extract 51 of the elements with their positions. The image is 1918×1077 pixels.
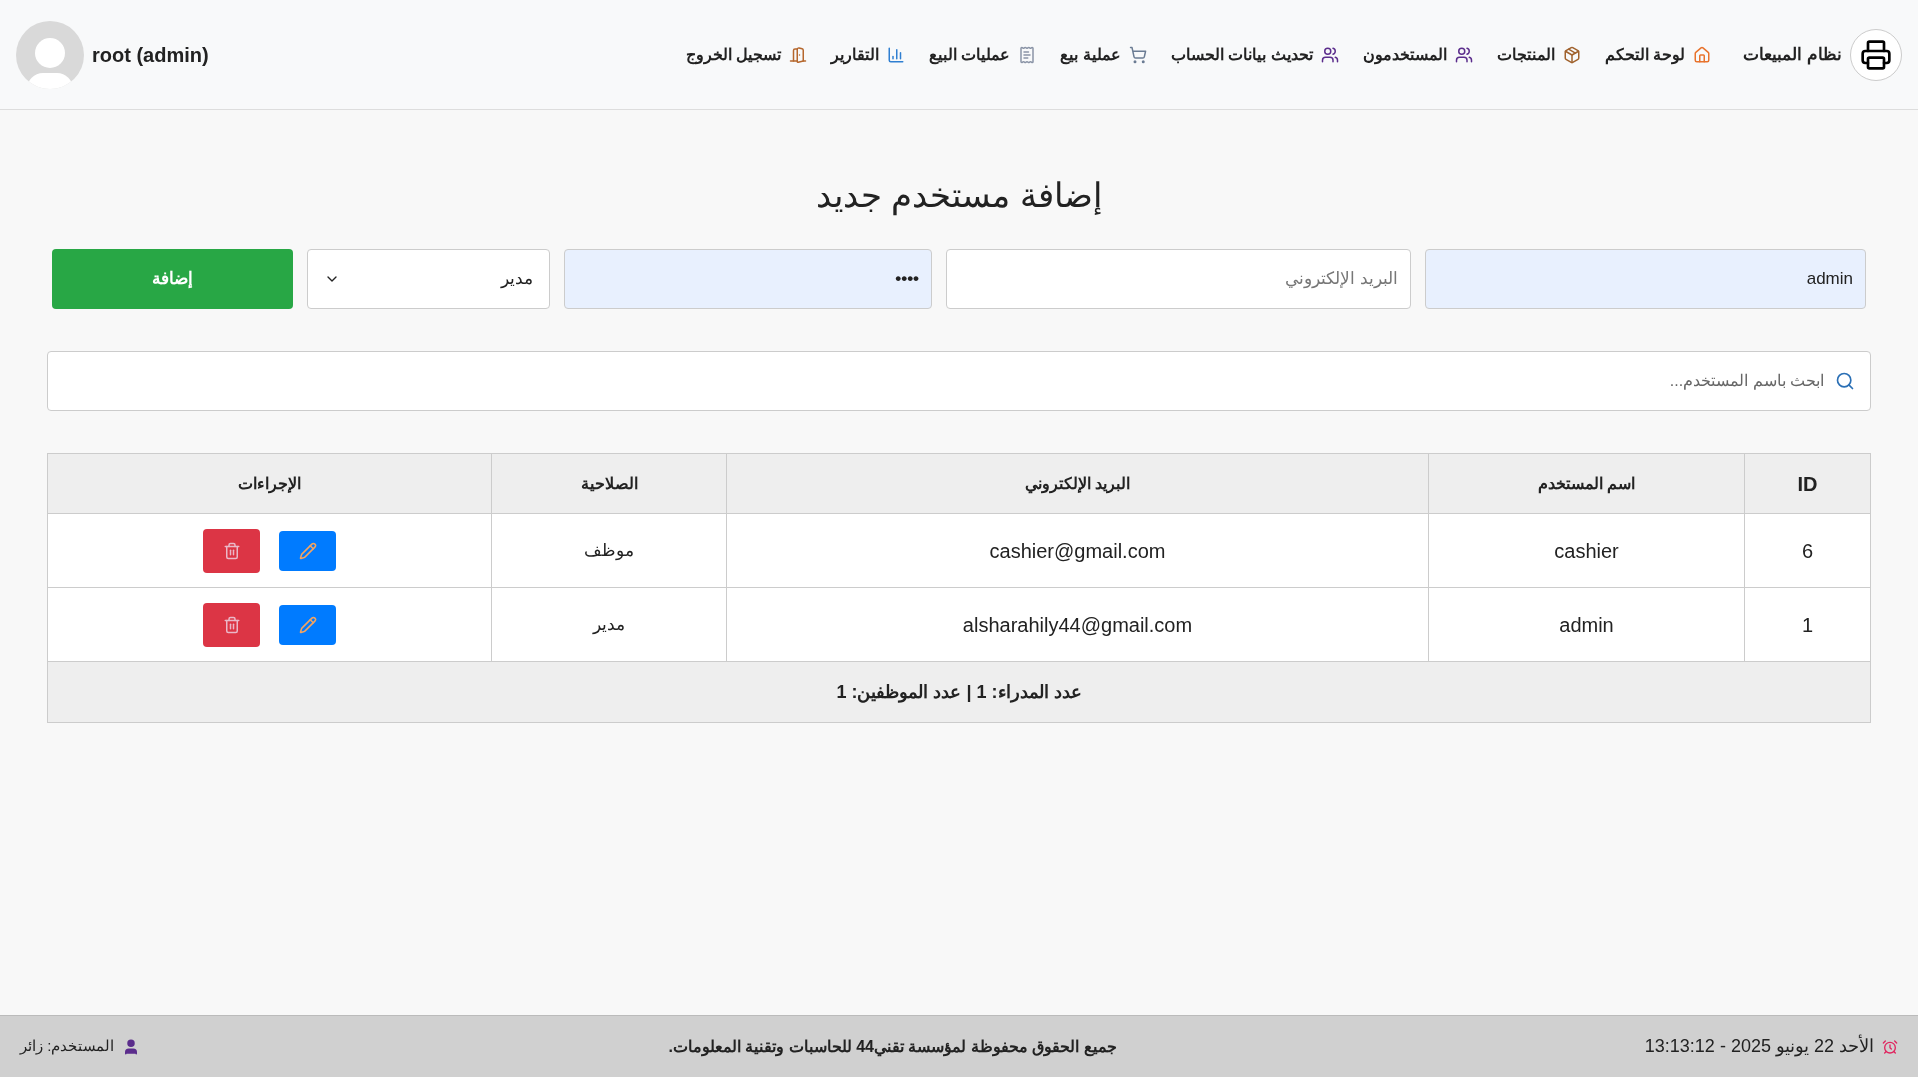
delete-button[interactable] [203,528,260,573]
nav-link[interactable]: عملية بيع [1060,42,1147,67]
table-cell: cashier [1428,514,1744,587]
copyright-text: جميع الحقوق محفوظة لمؤسسة تقني44 للحاسبات وتقنية المعلومات. [668,1036,1117,1059]
receipt-icon [1018,45,1037,64]
page-title: إضافة مستخدم جديد [816,175,1102,218]
table-cell: موظف [491,514,726,587]
nav-link[interactable]: المستخدمون [1362,42,1473,67]
trash-icon [222,615,241,634]
door-icon [789,45,807,64]
search-field[interactable]: ابحث باسم المستخدم... [47,351,1871,411]
nav-link[interactable]: لوحة التحكم [1604,42,1712,67]
package-icon [1562,45,1581,64]
date-time: الأحد 22 يونيو 2025 - 13:13:12 [1644,1033,1874,1059]
column-header: الإجراءات [237,473,302,496]
table-cell: مدير [491,588,726,661]
table-cell: 1 [1744,588,1870,661]
username-field[interactable]: admin [1425,249,1866,309]
column-header: اسم المستخدم [1428,454,1744,513]
search-icon [1835,371,1855,391]
email-field[interactable]: البريد الإلكتروني [946,249,1411,309]
pencil-icon [298,615,317,634]
column-header: ID [1744,454,1870,513]
cart-icon [1128,45,1147,64]
edit-button[interactable] [279,604,336,645]
nav-link[interactable]: تسجيل الخروج [685,42,807,67]
alarm-clock-icon [1882,1038,1898,1055]
table-cell: admin [1428,588,1744,661]
bar-chart-icon [887,45,905,64]
summary-text: عدد المدراء: 1 | عدد الموظفين: 1 [836,680,1082,705]
nav-link[interactable]: المنتجات [1496,42,1581,67]
password-field[interactable]: •••• [563,249,933,309]
table-cell: alsharahily44@gmail.com [726,588,1428,661]
role-select[interactable]: مدير [307,249,550,309]
nav-link[interactable]: تحديث بيانات الحساب [1170,42,1339,67]
column-header: الصلاحية [491,454,726,513]
table-cell: 6 [1744,514,1870,587]
edit-button[interactable] [279,530,336,571]
user-name: root (admin) [92,42,209,68]
column-header: البريد الإلكتروني [726,454,1428,513]
brand-title: نظام المبيعات [1743,43,1842,67]
trash-icon [222,541,241,560]
users-icon [1320,45,1339,64]
nav-link[interactable]: عمليات البيع [929,42,1037,67]
table-cell: cashier@gmail.com [726,514,1428,587]
users-icon [1454,45,1473,64]
delete-button[interactable] [203,602,260,647]
house-icon [1693,45,1712,64]
nav-link[interactable]: التقارير [831,42,905,67]
footer-user: المستخدم: زائر [20,1036,115,1057]
pencil-icon [298,541,317,560]
